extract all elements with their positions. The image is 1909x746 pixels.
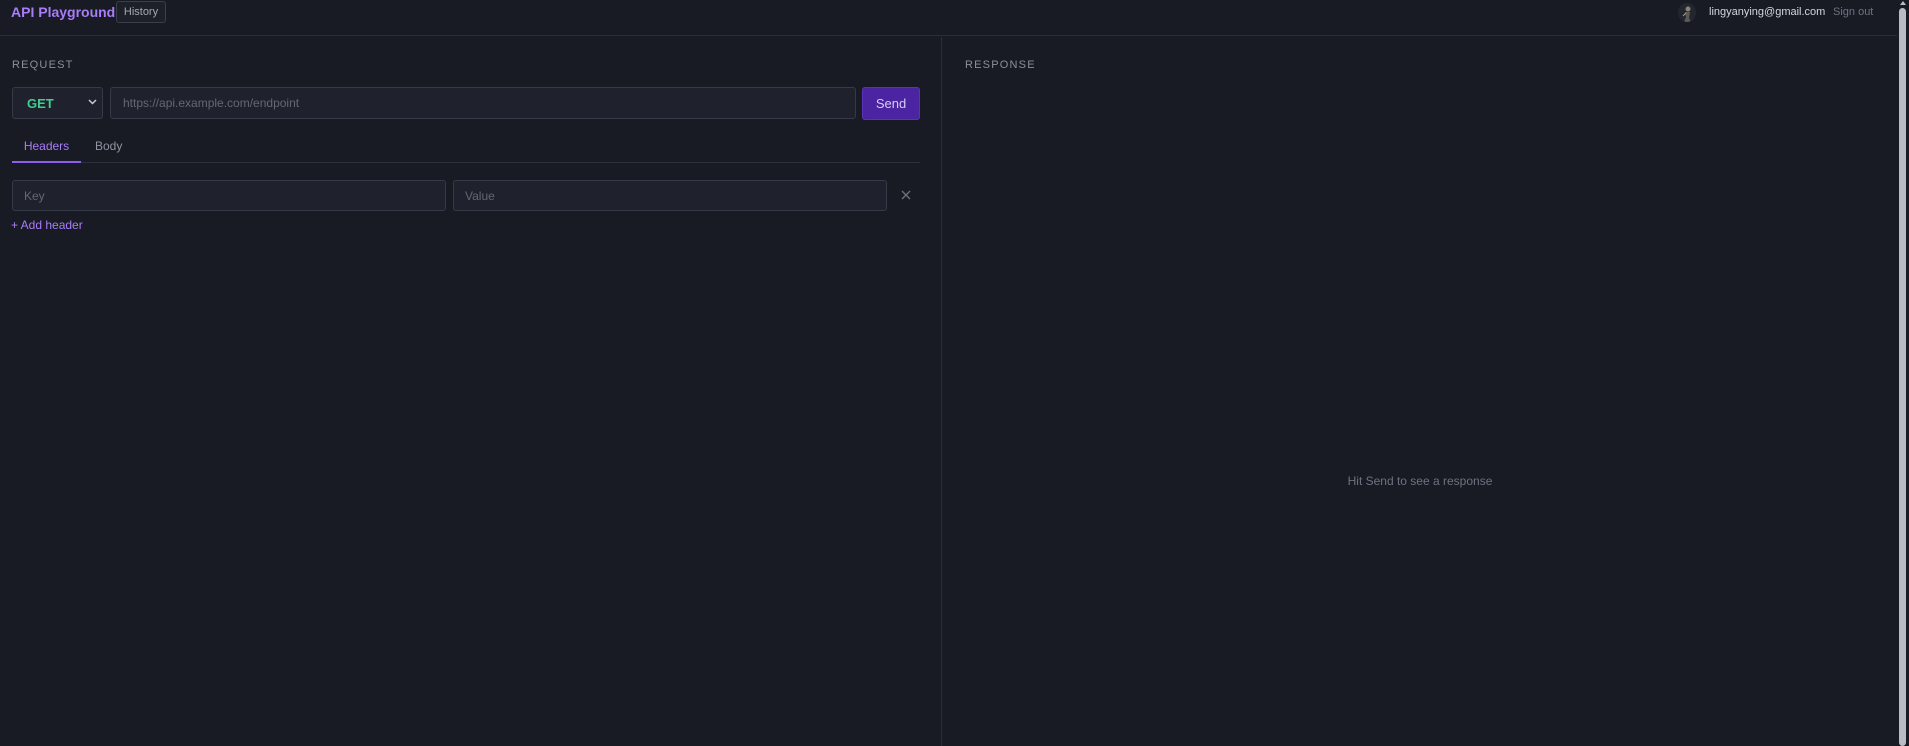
page-scrollbar[interactable] xyxy=(1897,0,1909,746)
app-title: API Playground xyxy=(11,4,116,20)
avatar-image xyxy=(1678,3,1696,22)
tab-body[interactable]: Body xyxy=(95,135,122,163)
url-input[interactable] xyxy=(110,87,856,119)
header-value-input[interactable] xyxy=(453,180,887,211)
user-avatar[interactable] xyxy=(1678,3,1696,22)
request-tabs: Headers Body xyxy=(12,135,920,163)
header-key-input[interactable] xyxy=(12,180,446,211)
history-button[interactable]: History xyxy=(116,1,166,23)
add-header-button[interactable]: + Add header xyxy=(11,218,83,232)
chevron-down-icon xyxy=(88,99,97,105)
method-select[interactable]: GET xyxy=(12,87,103,119)
close-icon[interactable] xyxy=(899,188,913,202)
app-root: API Playground History lingyanying@gmail… xyxy=(0,0,1909,746)
scroll-up-arrow-icon[interactable] xyxy=(1899,0,1907,6)
method-value: GET xyxy=(27,96,54,111)
request-section-label: REQUEST xyxy=(12,59,74,71)
scrollbar-thumb[interactable] xyxy=(1899,8,1906,746)
response-panel: RESPONSE Hit Send to see a response xyxy=(943,37,1897,746)
response-section-label: RESPONSE xyxy=(965,59,1036,71)
send-button[interactable]: Send xyxy=(862,87,920,120)
response-empty-message: Hit Send to see a response xyxy=(1347,474,1493,488)
request-panel: REQUEST GET Send Headers Body + Add head… xyxy=(0,37,942,746)
top-bar: API Playground History lingyanying@gmail… xyxy=(0,0,1897,36)
tab-headers[interactable]: Headers xyxy=(12,135,81,163)
sign-out-link[interactable]: Sign out xyxy=(1833,6,1873,19)
user-email: lingyanying@gmail.com xyxy=(1709,6,1826,18)
